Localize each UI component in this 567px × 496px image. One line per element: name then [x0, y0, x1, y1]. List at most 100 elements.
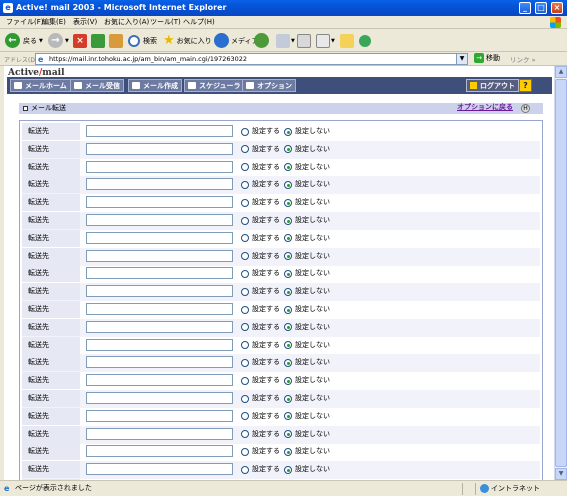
enable-option[interactable]: 設定する [241, 127, 280, 136]
disable-radio[interactable] [284, 127, 292, 136]
edit-button[interactable]: ▼ [316, 32, 335, 49]
disable-option[interactable]: 設定しない [284, 341, 330, 350]
enable-option[interactable]: 設定する [241, 287, 280, 296]
forward-address-input[interactable] [86, 338, 233, 351]
enable-radio[interactable] [241, 163, 249, 172]
disable-option[interactable]: 設定しない [284, 216, 330, 225]
forward-address-input[interactable] [86, 125, 233, 137]
forward-address-input[interactable] [86, 178, 233, 191]
disable-option[interactable]: 設定しない [284, 465, 330, 474]
forward-address-input[interactable] [86, 356, 233, 369]
address-input[interactable]: e https://mail.inr.tohoku.ac.jp/am_bin/a… [35, 53, 468, 65]
disable-radio[interactable] [284, 323, 292, 332]
disable-radio[interactable] [284, 234, 292, 243]
disable-option[interactable]: 設定しない [284, 269, 330, 278]
enable-option[interactable]: 設定する [241, 358, 280, 367]
disable-radio[interactable] [284, 198, 292, 207]
disable-radio[interactable] [284, 447, 292, 456]
scroll-up-icon[interactable]: ▲ [555, 66, 567, 78]
disable-radio[interactable] [284, 430, 292, 439]
enable-option[interactable]: 設定する [241, 252, 280, 261]
enable-option[interactable]: 設定する [241, 447, 280, 456]
enable-radio[interactable] [241, 394, 249, 403]
folder-button[interactable] [340, 32, 354, 49]
enable-radio[interactable] [241, 216, 249, 225]
enable-radio[interactable] [241, 447, 249, 456]
enable-radio[interactable] [241, 412, 249, 421]
enable-option[interactable]: 設定する [241, 145, 280, 154]
disable-option[interactable]: 設定しない [284, 412, 330, 421]
disable-radio[interactable] [284, 394, 292, 403]
menu-edit[interactable]: 編集(E) [42, 18, 66, 27]
forward-address-input[interactable] [86, 463, 233, 476]
help-circle-icon[interactable]: H [521, 104, 530, 113]
disable-radio[interactable] [284, 412, 292, 421]
disable-radio[interactable] [284, 358, 292, 367]
forward-address-input[interactable] [86, 409, 233, 422]
enable-radio[interactable] [241, 305, 249, 314]
forward-address-input[interactable] [86, 303, 233, 315]
enable-radio[interactable] [241, 234, 249, 243]
disable-option[interactable]: 設定しない [284, 180, 330, 189]
enable-radio[interactable] [241, 269, 249, 278]
disable-radio[interactable] [284, 180, 292, 189]
forward-button[interactable]: → ▼ [48, 32, 69, 49]
enable-option[interactable]: 設定する [241, 430, 280, 439]
enable-radio[interactable] [241, 341, 249, 350]
enable-radio[interactable] [241, 430, 249, 439]
back-button[interactable]: ← 戻る ▼ [5, 32, 43, 49]
disable-option[interactable]: 設定しない [284, 376, 330, 385]
forward-address-input[interactable] [86, 285, 233, 298]
disable-option[interactable]: 設定しない [284, 305, 330, 314]
nav-options[interactable]: オプション [242, 79, 296, 92]
enable-radio[interactable] [241, 358, 249, 367]
enable-option[interactable]: 設定する [241, 412, 280, 421]
logout-button[interactable]: ログアウト [466, 79, 519, 92]
enable-option[interactable]: 設定する [241, 216, 280, 225]
enable-radio[interactable] [241, 376, 249, 385]
enable-option[interactable]: 設定する [241, 376, 280, 385]
forward-address-input[interactable] [86, 267, 233, 280]
enable-option[interactable]: 設定する [241, 198, 280, 207]
disable-option[interactable]: 設定しない [284, 430, 330, 439]
disable-option[interactable]: 設定しない [284, 323, 330, 332]
disable-option[interactable]: 設定しない [284, 287, 330, 296]
favorites-button[interactable]: ★ お気に入り [163, 32, 212, 49]
enable-option[interactable]: 設定する [241, 394, 280, 403]
menu-view[interactable]: 表示(V) [73, 18, 97, 27]
enable-radio[interactable] [241, 127, 249, 136]
enable-radio[interactable] [241, 252, 249, 261]
disable-option[interactable]: 設定しない [284, 252, 330, 261]
maximize-button[interactable]: □ [535, 2, 547, 14]
nav-mail-compose[interactable]: メール作成 [128, 79, 182, 92]
forward-address-input[interactable] [86, 392, 233, 404]
refresh-button[interactable] [91, 32, 105, 49]
enable-radio[interactable] [241, 287, 249, 296]
enable-option[interactable]: 設定する [241, 180, 280, 189]
disable-option[interactable]: 設定しない [284, 394, 330, 403]
disable-option[interactable]: 設定しない [284, 447, 330, 456]
address-dropdown-icon[interactable]: ▼ [456, 54, 467, 64]
disable-radio[interactable] [284, 216, 292, 225]
enable-option[interactable]: 設定する [241, 305, 280, 314]
forward-address-input[interactable] [86, 249, 233, 262]
enable-option[interactable]: 設定する [241, 269, 280, 278]
links-button[interactable]: リンク » [510, 54, 536, 64]
disable-option[interactable]: 設定しない [284, 145, 330, 154]
disable-radio[interactable] [284, 465, 292, 474]
history-button[interactable] [254, 32, 269, 49]
enable-option[interactable]: 設定する [241, 341, 280, 350]
disable-radio[interactable] [284, 163, 292, 172]
menu-tools[interactable]: ツール(T) [150, 18, 181, 27]
enable-option[interactable]: 設定する [241, 234, 280, 243]
menu-file[interactable]: ファイル(F) [6, 18, 44, 27]
go-button[interactable]: → 移動 [474, 53, 500, 64]
forward-address-input[interactable] [86, 196, 233, 209]
mail-button[interactable]: ▼ [276, 32, 295, 49]
messenger-button[interactable] [359, 32, 371, 49]
menu-help[interactable]: ヘルプ(H) [183, 18, 215, 27]
close-button[interactable]: × [551, 2, 563, 14]
forward-address-input[interactable] [86, 320, 233, 333]
nav-scheduler[interactable]: スケジューラ [184, 79, 245, 92]
vertical-scrollbar[interactable]: ▲ ▼ [554, 66, 567, 480]
